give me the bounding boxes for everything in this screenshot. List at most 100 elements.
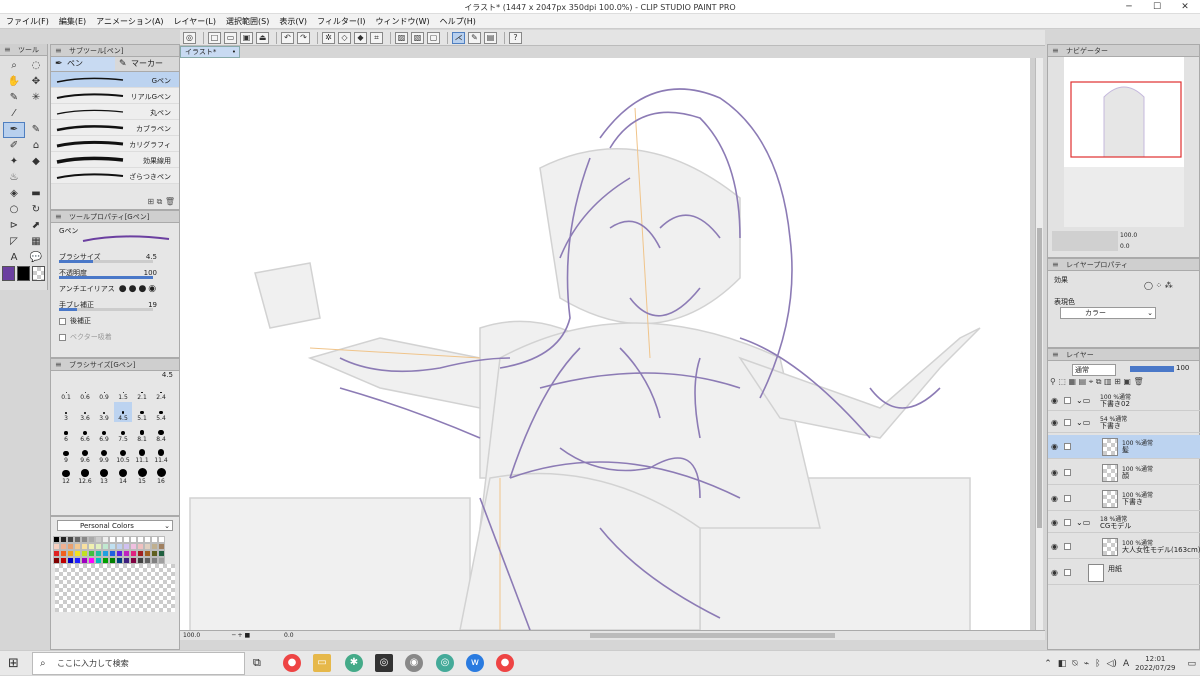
color-swatch[interactable] <box>67 536 74 543</box>
ruler-icon[interactable]: ↻ <box>26 203 46 217</box>
audio-icon[interactable]: ⍉ <box>1072 659 1077 669</box>
layer-row[interactable]: ◉ 100 %通常髪 <box>1048 435 1200 459</box>
color-swatch[interactable] <box>123 557 130 564</box>
color-swatch[interactable] <box>81 550 88 557</box>
vertical-scrollbar[interactable] <box>1035 58 1043 630</box>
tab-marker[interactable]: ✎ マーカー <box>115 57 179 71</box>
chrome-icon[interactable]: ● <box>283 654 301 672</box>
color-swatch[interactable] <box>60 536 67 543</box>
color-swatch[interactable] <box>102 557 109 564</box>
color-swatch[interactable] <box>158 536 165 543</box>
color-swatch[interactable] <box>158 550 165 557</box>
layer-row[interactable]: ◉ 100 %通常顔 <box>1048 461 1200 485</box>
eye-icon[interactable]: ◉ <box>1051 468 1058 477</box>
decoration-icon[interactable]: ✦ <box>4 155 24 169</box>
subtool-item[interactable]: カブラペン <box>51 120 179 136</box>
color-swatch[interactable] <box>60 550 67 557</box>
brush-size-option[interactable]: 12.6 <box>76 465 94 485</box>
zoom-controls[interactable]: ─ + ■ <box>232 631 250 640</box>
subtool-item[interactable]: 丸ペン <box>51 104 179 120</box>
layer-checkbox[interactable] <box>1064 419 1071 426</box>
color-swatch[interactable] <box>116 557 123 564</box>
subtool-item[interactable]: リアルGペン <box>51 88 179 104</box>
menu-layer[interactable]: レイヤー(L) <box>174 16 216 27</box>
close-button[interactable]: ✕ <box>1174 1 1196 13</box>
windows-start-icon[interactable]: ⊞ <box>8 656 19 671</box>
menu-window[interactable]: ウィンドウ(W) <box>376 16 430 27</box>
color-swatch[interactable] <box>151 536 158 543</box>
effect-icons[interactable]: ◯ ⁘ ⁂ <box>1144 281 1173 290</box>
invert-icon[interactable]: ▧ <box>411 31 424 44</box>
move-icon[interactable]: ✥ <box>26 75 46 89</box>
clear-icon[interactable]: ◇ <box>338 31 351 44</box>
fill-icon[interactable]: ◆ <box>354 31 367 44</box>
main-color-chip[interactable] <box>2 266 15 281</box>
layer-checkbox[interactable] <box>1064 543 1071 550</box>
color-swatch[interactable] <box>109 543 116 550</box>
brush-size-option[interactable]: 12 <box>57 465 75 485</box>
layer-toolbar-icons[interactable]: ⚲ ⬚ ▦ ▤ ⌖ ⧉ ▥ ⊞ ▣ 🗑 <box>1050 377 1144 387</box>
color-swatch[interactable] <box>109 536 116 543</box>
clip-icon[interactable]: ◎ <box>183 31 196 44</box>
brush-size-row[interactable]: ブラシサイズ 4.5 <box>51 249 179 265</box>
color-swatch[interactable] <box>60 557 67 564</box>
lasso-icon[interactable]: ◌ <box>26 59 46 73</box>
taskbar-search-input[interactable]: ⌕ ここに入力して検索 <box>32 652 245 675</box>
brush-size-option[interactable]: 8.4 <box>152 423 170 443</box>
subtool-item[interactable]: 効果線用 <box>51 152 179 168</box>
chevron-up-icon[interactable]: ⌃ <box>1044 659 1052 669</box>
color-swatch[interactable] <box>123 543 130 550</box>
notification-icon[interactable]: ▭ <box>1187 659 1196 669</box>
brush-size-option[interactable]: 9.9 <box>95 444 113 464</box>
brush-size-option[interactable]: 1.5 <box>114 381 132 401</box>
brush-size-option[interactable]: 13 <box>95 465 113 485</box>
brush-size-option[interactable]: 6.9 <box>95 423 113 443</box>
brush-size-option[interactable]: 5.4 <box>152 402 170 422</box>
color-swatch[interactable] <box>123 536 130 543</box>
task-view-icon[interactable]: ⧉ <box>253 656 261 670</box>
sub-color-chip[interactable] <box>17 266 30 281</box>
brush-size-option[interactable]: 15 <box>133 465 151 485</box>
color-swatch[interactable] <box>88 557 95 564</box>
subtool-item[interactable]: カリグラフィ <box>51 136 179 152</box>
color-swatch[interactable] <box>74 536 81 543</box>
menu-animation[interactable]: アニメーション(A) <box>96 16 163 27</box>
color-swatch[interactable] <box>81 557 88 564</box>
pen-snap-icon[interactable]: ✎ <box>468 31 481 44</box>
canvas-area[interactable] <box>180 58 1035 630</box>
app-icon[interactable]: ◎ <box>436 654 454 672</box>
brush-icon[interactable]: ✐ <box>4 139 24 153</box>
color-swatch[interactable] <box>53 550 60 557</box>
eye-icon[interactable]: ◉ <box>1051 494 1058 503</box>
color-swatch[interactable] <box>130 557 137 564</box>
color-swatch[interactable] <box>74 543 81 550</box>
transform-icon[interactable]: ⌗ <box>370 31 383 44</box>
brush-size-option[interactable]: 9 <box>57 444 75 464</box>
eye-icon[interactable]: ◉ <box>1051 518 1058 527</box>
blend-mode-select[interactable]: 通常 <box>1072 364 1116 376</box>
color-set-select[interactable]: Personal Colors ⌄ <box>57 520 173 531</box>
color-swatch[interactable] <box>151 557 158 564</box>
explorer-icon[interactable]: ▭ <box>313 654 331 672</box>
webcam-icon[interactable]: ◧ <box>1058 659 1067 669</box>
layer-row[interactable]: ◉ ⌄▭ 54 %通常 下書き <box>1048 413 1200 433</box>
menu-selection[interactable]: 選択範囲(S) <box>226 16 269 27</box>
deselect-icon[interactable]: ▨ <box>395 31 408 44</box>
layer-blend-row[interactable]: 通常 <box>1050 364 1174 376</box>
gradient-icon[interactable]: ▬ <box>26 187 46 201</box>
save-icon[interactable]: ▣ <box>240 31 253 44</box>
color-swatch[interactable] <box>116 543 123 550</box>
eye-icon[interactable]: ◉ <box>1051 396 1058 405</box>
tab-pen[interactable]: ✒ ペン <box>51 57 115 71</box>
layer-checkbox[interactable] <box>1064 443 1071 450</box>
airbrush-icon[interactable]: ⌂ <box>26 139 46 153</box>
color-swatch[interactable] <box>95 543 102 550</box>
brush-size-option[interactable]: 8.1 <box>133 423 151 443</box>
correct-line-icon[interactable]: ⬈ <box>26 219 46 233</box>
color-swatch[interactable] <box>137 543 144 550</box>
color-swatch[interactable] <box>123 550 130 557</box>
brush-size-option[interactable]: 9.6 <box>76 444 94 464</box>
pencil-icon[interactable]: ✎ <box>26 123 46 137</box>
zoom-value[interactable]: 100.0 <box>183 631 200 640</box>
figure-icon[interactable]: ○ <box>4 203 24 217</box>
